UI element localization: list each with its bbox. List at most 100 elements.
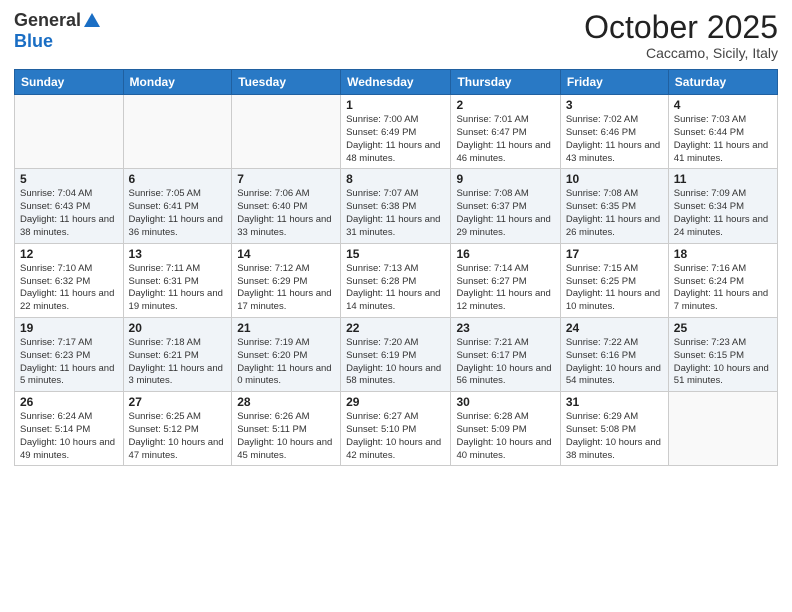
day-info: Sunrise: 6:25 AM Sunset: 5:12 PM Dayligh… (129, 411, 227, 462)
calendar-day-header: Wednesday (341, 70, 451, 95)
day-number: 21 (237, 321, 335, 335)
calendar-cell: 15 Sunrise: 7:13 AM Sunset: 6:28 PM Dayli… (341, 243, 451, 317)
day-number: 22 (346, 321, 445, 335)
logo: General Blue (14, 10, 100, 52)
day-number: 19 (20, 321, 118, 335)
day-number: 3 (566, 98, 663, 112)
day-info: Sunrise: 7:19 AM Sunset: 6:20 PM Dayligh… (237, 337, 335, 388)
day-info: Sunrise: 6:28 AM Sunset: 5:09 PM Dayligh… (456, 411, 554, 462)
calendar-cell: 10 Sunrise: 7:08 AM Sunset: 6:35 PM Dayli… (560, 169, 668, 243)
day-number: 31 (566, 395, 663, 409)
calendar-header-row: SundayMondayTuesdayWednesdayThursdayFrid… (15, 70, 778, 95)
day-number: 16 (456, 247, 554, 261)
day-info: Sunrise: 7:22 AM Sunset: 6:16 PM Dayligh… (566, 337, 663, 388)
day-info: Sunrise: 7:08 AM Sunset: 6:35 PM Dayligh… (566, 188, 663, 239)
title-block: October 2025 Caccamo, Sicily, Italy (584, 10, 778, 61)
calendar-cell: 6 Sunrise: 7:05 AM Sunset: 6:41 PM Daylig… (123, 169, 232, 243)
day-number: 15 (346, 247, 445, 261)
day-number: 14 (237, 247, 335, 261)
day-info: Sunrise: 7:00 AM Sunset: 6:49 PM Dayligh… (346, 114, 445, 165)
day-number: 11 (674, 172, 772, 186)
calendar-cell: 17Sunrise: 7:15 AM Sunset: 6:25 PM Dayli… (560, 243, 668, 317)
calendar-cell: 9 Sunrise: 7:08 AM Sunset: 6:37 PM Daylig… (451, 169, 560, 243)
calendar-cell: 12Sunrise: 7:10 AM Sunset: 6:32 PM Dayli… (15, 243, 124, 317)
calendar-cell: 19 Sunrise: 7:17 AM Sunset: 6:23 PM Dayli… (15, 317, 124, 391)
day-info: Sunrise: 7:12 AM Sunset: 6:29 PM Dayligh… (237, 263, 335, 314)
calendar-cell (15, 95, 124, 169)
day-number: 4 (674, 98, 772, 112)
calendar-cell: 11 Sunrise: 7:09 AM Sunset: 6:34 PM Dayli… (668, 169, 777, 243)
calendar-day-header: Saturday (668, 70, 777, 95)
month-title: October 2025 (584, 10, 778, 45)
day-info: Sunrise: 7:06 AM Sunset: 6:40 PM Dayligh… (237, 188, 335, 239)
day-number: 20 (129, 321, 227, 335)
calendar-cell: 28Sunrise: 6:26 AM Sunset: 5:11 PM Dayli… (232, 392, 341, 466)
day-number: 28 (237, 395, 335, 409)
calendar-cell (668, 392, 777, 466)
day-number: 26 (20, 395, 118, 409)
day-info: Sunrise: 7:17 AM Sunset: 6:23 PM Dayligh… (20, 337, 118, 388)
calendar-cell: 25Sunrise: 7:23 AM Sunset: 6:15 PM Dayli… (668, 317, 777, 391)
calendar-cell: 5 Sunrise: 7:04 AM Sunset: 6:43 PM Daylig… (15, 169, 124, 243)
calendar-cell: 21 Sunrise: 7:19 AM Sunset: 6:20 PM Dayli… (232, 317, 341, 391)
calendar-day-header: Monday (123, 70, 232, 95)
day-info: Sunrise: 7:08 AM Sunset: 6:37 PM Dayligh… (456, 188, 554, 239)
day-number: 5 (20, 172, 118, 186)
day-number: 17 (566, 247, 663, 261)
day-info: Sunrise: 6:27 AM Sunset: 5:10 PM Dayligh… (346, 411, 445, 462)
day-number: 10 (566, 172, 663, 186)
day-info: Sunrise: 7:02 AM Sunset: 6:46 PM Dayligh… (566, 114, 663, 165)
calendar-cell: 30 Sunrise: 6:28 AM Sunset: 5:09 PM Dayli… (451, 392, 560, 466)
day-info: Sunrise: 7:11 AM Sunset: 6:31 PM Dayligh… (129, 263, 227, 314)
logo-blue-text: Blue (14, 31, 53, 52)
day-number: 6 (129, 172, 227, 186)
calendar-week-row: 1Sunrise: 7:00 AM Sunset: 6:49 PM Daylig… (15, 95, 778, 169)
day-info: Sunrise: 7:04 AM Sunset: 6:43 PM Dayligh… (20, 188, 118, 239)
day-number: 24 (566, 321, 663, 335)
day-number: 8 (346, 172, 445, 186)
calendar-cell: 7 Sunrise: 7:06 AM Sunset: 6:40 PM Daylig… (232, 169, 341, 243)
day-number: 9 (456, 172, 554, 186)
calendar-week-row: 26Sunrise: 6:24 AM Sunset: 5:14 PM Dayli… (15, 392, 778, 466)
day-info: Sunrise: 7:13 AM Sunset: 6:28 PM Dayligh… (346, 263, 445, 314)
day-number: 30 (456, 395, 554, 409)
day-info: Sunrise: 7:09 AM Sunset: 6:34 PM Dayligh… (674, 188, 772, 239)
day-info: Sunrise: 6:29 AM Sunset: 5:08 PM Dayligh… (566, 411, 663, 462)
calendar-table: SundayMondayTuesdayWednesdayThursdayFrid… (14, 69, 778, 466)
header: General Blue October 2025 Caccamo, Sicil… (14, 10, 778, 61)
day-number: 18 (674, 247, 772, 261)
logo-triangle-icon (84, 13, 100, 27)
day-info: Sunrise: 7:05 AM Sunset: 6:41 PM Dayligh… (129, 188, 227, 239)
calendar-cell: 26Sunrise: 6:24 AM Sunset: 5:14 PM Dayli… (15, 392, 124, 466)
calendar-cell: 1Sunrise: 7:00 AM Sunset: 6:49 PM Daylig… (341, 95, 451, 169)
calendar-day-header: Sunday (15, 70, 124, 95)
calendar-cell: 14 Sunrise: 7:12 AM Sunset: 6:29 PM Dayli… (232, 243, 341, 317)
calendar-cell: 27 Sunrise: 6:25 AM Sunset: 5:12 PM Dayli… (123, 392, 232, 466)
location: Caccamo, Sicily, Italy (584, 45, 778, 61)
calendar-week-row: 19 Sunrise: 7:17 AM Sunset: 6:23 PM Dayli… (15, 317, 778, 391)
day-info: Sunrise: 7:07 AM Sunset: 6:38 PM Dayligh… (346, 188, 445, 239)
calendar-cell: 13Sunrise: 7:11 AM Sunset: 6:31 PM Dayli… (123, 243, 232, 317)
calendar-cell: 3 Sunrise: 7:02 AM Sunset: 6:46 PM Daylig… (560, 95, 668, 169)
day-info: Sunrise: 7:16 AM Sunset: 6:24 PM Dayligh… (674, 263, 772, 314)
calendar-cell: 23Sunrise: 7:21 AM Sunset: 6:17 PM Dayli… (451, 317, 560, 391)
calendar-week-row: 5 Sunrise: 7:04 AM Sunset: 6:43 PM Daylig… (15, 169, 778, 243)
calendar-cell: 16 Sunrise: 7:14 AM Sunset: 6:27 PM Dayli… (451, 243, 560, 317)
day-info: Sunrise: 7:01 AM Sunset: 6:47 PM Dayligh… (456, 114, 554, 165)
day-number: 7 (237, 172, 335, 186)
day-info: Sunrise: 7:14 AM Sunset: 6:27 PM Dayligh… (456, 263, 554, 314)
calendar-cell: 4Sunrise: 7:03 AM Sunset: 6:44 PM Daylig… (668, 95, 777, 169)
day-info: Sunrise: 7:10 AM Sunset: 6:32 PM Dayligh… (20, 263, 118, 314)
calendar-week-row: 12Sunrise: 7:10 AM Sunset: 6:32 PM Dayli… (15, 243, 778, 317)
calendar-cell (123, 95, 232, 169)
calendar-cell (232, 95, 341, 169)
day-number: 27 (129, 395, 227, 409)
calendar-cell: 29 Sunrise: 6:27 AM Sunset: 5:10 PM Dayli… (341, 392, 451, 466)
calendar-cell: 20 Sunrise: 7:18 AM Sunset: 6:21 PM Dayli… (123, 317, 232, 391)
calendar-cell: 24 Sunrise: 7:22 AM Sunset: 6:16 PM Dayli… (560, 317, 668, 391)
page-container: General Blue October 2025 Caccamo, Sicil… (0, 0, 792, 612)
day-info: Sunrise: 7:18 AM Sunset: 6:21 PM Dayligh… (129, 337, 227, 388)
calendar-cell: 2Sunrise: 7:01 AM Sunset: 6:47 PM Daylig… (451, 95, 560, 169)
calendar-cell: 22Sunrise: 7:20 AM Sunset: 6:19 PM Dayli… (341, 317, 451, 391)
day-number: 29 (346, 395, 445, 409)
